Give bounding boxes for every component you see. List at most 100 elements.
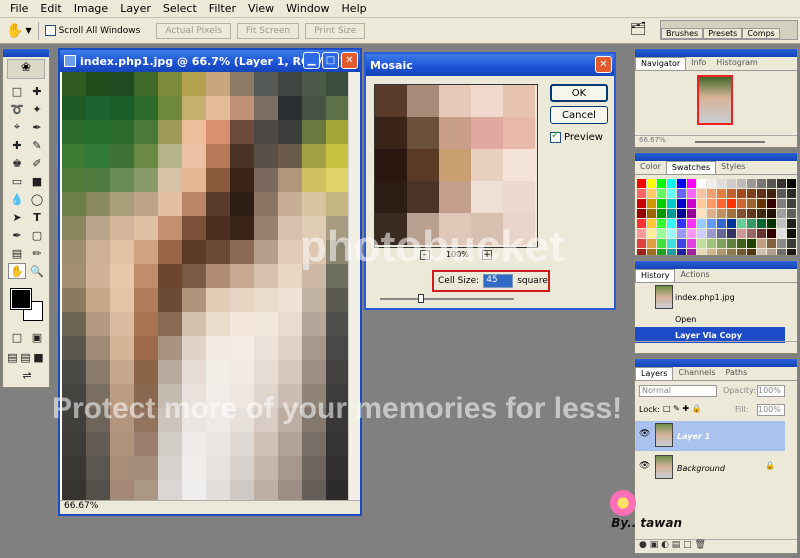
magic-wand-tool-icon[interactable]: ✦ bbox=[28, 101, 46, 117]
blur-tool-icon[interactable]: 💧 bbox=[8, 191, 26, 207]
color-swatch[interactable] bbox=[717, 229, 726, 238]
color-swatch[interactable] bbox=[677, 249, 686, 255]
color-swatch[interactable] bbox=[767, 189, 776, 198]
color-swatch[interactable] bbox=[757, 179, 766, 188]
color-swatch[interactable] bbox=[717, 189, 726, 198]
color-swatch[interactable] bbox=[707, 249, 716, 255]
color-swatch[interactable] bbox=[677, 219, 686, 228]
color-swatch[interactable] bbox=[637, 209, 646, 218]
menu-file[interactable]: File bbox=[4, 2, 34, 15]
color-swatch[interactable] bbox=[707, 209, 716, 218]
dialog-title-bar[interactable]: Mosaic ✕ bbox=[366, 54, 614, 76]
color-swatch[interactable] bbox=[697, 229, 706, 238]
color-swatch[interactable] bbox=[697, 249, 706, 255]
healing-brush-tool-icon[interactable]: ✚ bbox=[8, 137, 26, 153]
color-swatch[interactable] bbox=[727, 199, 736, 208]
vertical-scrollbar[interactable] bbox=[348, 72, 360, 502]
dodge-tool-icon[interactable]: ◯ bbox=[28, 191, 46, 207]
color-swatch[interactable] bbox=[737, 189, 746, 198]
path-selection-tool-icon[interactable]: ➤ bbox=[8, 209, 26, 225]
preview-checkbox[interactable] bbox=[550, 130, 561, 143]
color-swatch[interactable] bbox=[787, 199, 796, 208]
color-swatch[interactable] bbox=[757, 199, 766, 208]
color-swatch[interactable] bbox=[637, 239, 646, 248]
color-swatch[interactable] bbox=[677, 229, 686, 238]
color-swatch[interactable] bbox=[657, 209, 666, 218]
document-title-bar[interactable]: index.php1.jpg @ 66.7% (Layer 1, RGB/8#)… bbox=[60, 50, 360, 72]
color-swatch[interactable] bbox=[787, 209, 796, 218]
color-swatch[interactable] bbox=[687, 199, 696, 208]
color-swatch[interactable] bbox=[657, 249, 666, 255]
history-title-bar[interactable] bbox=[635, 261, 797, 269]
print-size-button[interactable]: Print Size bbox=[305, 22, 366, 39]
shape-tool-icon[interactable]: ▢ bbox=[28, 227, 46, 243]
color-swatch[interactable] bbox=[767, 199, 776, 208]
color-swatch[interactable] bbox=[657, 199, 666, 208]
color-swatch[interactable] bbox=[687, 179, 696, 188]
toolbox-title-bar[interactable] bbox=[3, 49, 49, 57]
color-swatch[interactable] bbox=[637, 249, 646, 255]
color-swatch[interactable] bbox=[757, 219, 766, 228]
color-swatch[interactable] bbox=[767, 239, 776, 248]
history-brush-tool-icon[interactable]: ✐ bbox=[28, 155, 46, 171]
screen-mode-full-icon[interactable]: ■ bbox=[32, 349, 45, 365]
brush-tool-icon[interactable]: ✎ bbox=[28, 137, 46, 153]
color-swatch[interactable] bbox=[727, 189, 736, 198]
history-item-open[interactable]: Open bbox=[635, 311, 785, 327]
notes-tool-icon[interactable]: ▤ bbox=[8, 245, 26, 261]
color-swatch[interactable] bbox=[637, 199, 646, 208]
color-swatch[interactable] bbox=[737, 249, 746, 255]
color-swatch[interactable] bbox=[647, 219, 656, 228]
color-swatch[interactable] bbox=[757, 209, 766, 218]
color-swatch[interactable] bbox=[667, 189, 676, 198]
menu-filter[interactable]: Filter bbox=[203, 2, 242, 15]
cell-size-input[interactable]: 45 bbox=[483, 274, 514, 288]
navigator-thumbnail[interactable] bbox=[697, 75, 733, 125]
tab-color[interactable]: Color bbox=[635, 161, 666, 174]
color-swatch[interactable] bbox=[737, 239, 746, 248]
screen-mode-menubar-icon[interactable]: ▤ bbox=[19, 349, 32, 365]
color-swatch[interactable] bbox=[667, 249, 676, 255]
color-swatch[interactable] bbox=[767, 179, 776, 188]
color-swatch[interactable] bbox=[707, 189, 716, 198]
color-swatch[interactable] bbox=[767, 219, 776, 228]
color-swatch[interactable] bbox=[697, 239, 706, 248]
color-swatch[interactable] bbox=[777, 249, 786, 255]
color-swatch[interactable] bbox=[747, 199, 756, 208]
color-swatch[interactable] bbox=[717, 209, 726, 218]
clone-stamp-tool-icon[interactable]: ♚ bbox=[8, 155, 26, 171]
quick-mask-mode-icon[interactable]: ▣ bbox=[28, 329, 46, 345]
document-canvas[interactable] bbox=[62, 72, 350, 502]
file-browser-icon[interactable]: 🗂 bbox=[630, 22, 647, 37]
color-swatch[interactable] bbox=[667, 179, 676, 188]
color-swatch[interactable] bbox=[787, 229, 796, 238]
swatches-title-bar[interactable] bbox=[635, 153, 797, 161]
palette-tab-presets[interactable]: Presets bbox=[703, 28, 743, 39]
color-swatch[interactable] bbox=[657, 189, 666, 198]
palette-tab-comps[interactable]: Comps bbox=[742, 28, 780, 39]
actual-pixels-button[interactable]: Actual Pixels bbox=[156, 22, 231, 39]
maximize-button[interactable]: □ bbox=[322, 52, 339, 69]
color-swatch[interactable] bbox=[747, 179, 756, 188]
color-swatch[interactable] bbox=[747, 249, 756, 255]
color-swatch[interactable] bbox=[647, 229, 656, 238]
color-swatch[interactable] bbox=[747, 189, 756, 198]
color-swatch[interactable] bbox=[717, 239, 726, 248]
color-swatch[interactable] bbox=[737, 229, 746, 238]
navigator-zoom-readout[interactable]: 66.67% bbox=[639, 136, 666, 144]
color-swatch[interactable] bbox=[737, 209, 746, 218]
color-swatch[interactable] bbox=[787, 179, 796, 188]
color-swatch[interactable] bbox=[647, 199, 656, 208]
color-swatch[interactable] bbox=[667, 199, 676, 208]
color-swatch[interactable] bbox=[737, 219, 746, 228]
move-tool-icon[interactable]: ✚ bbox=[28, 83, 46, 99]
menu-window[interactable]: Window bbox=[280, 2, 335, 15]
jump-to-imageready-icon[interactable]: ⇌ bbox=[15, 367, 39, 383]
color-swatch[interactable] bbox=[697, 199, 706, 208]
color-swatch[interactable] bbox=[687, 239, 696, 248]
color-swatch[interactable] bbox=[767, 209, 776, 218]
photoshop-feather-icon[interactable]: ❀ bbox=[7, 59, 45, 79]
color-swatch[interactable] bbox=[707, 179, 716, 188]
color-swatch[interactable] bbox=[687, 219, 696, 228]
ok-button[interactable]: OK bbox=[550, 84, 608, 102]
